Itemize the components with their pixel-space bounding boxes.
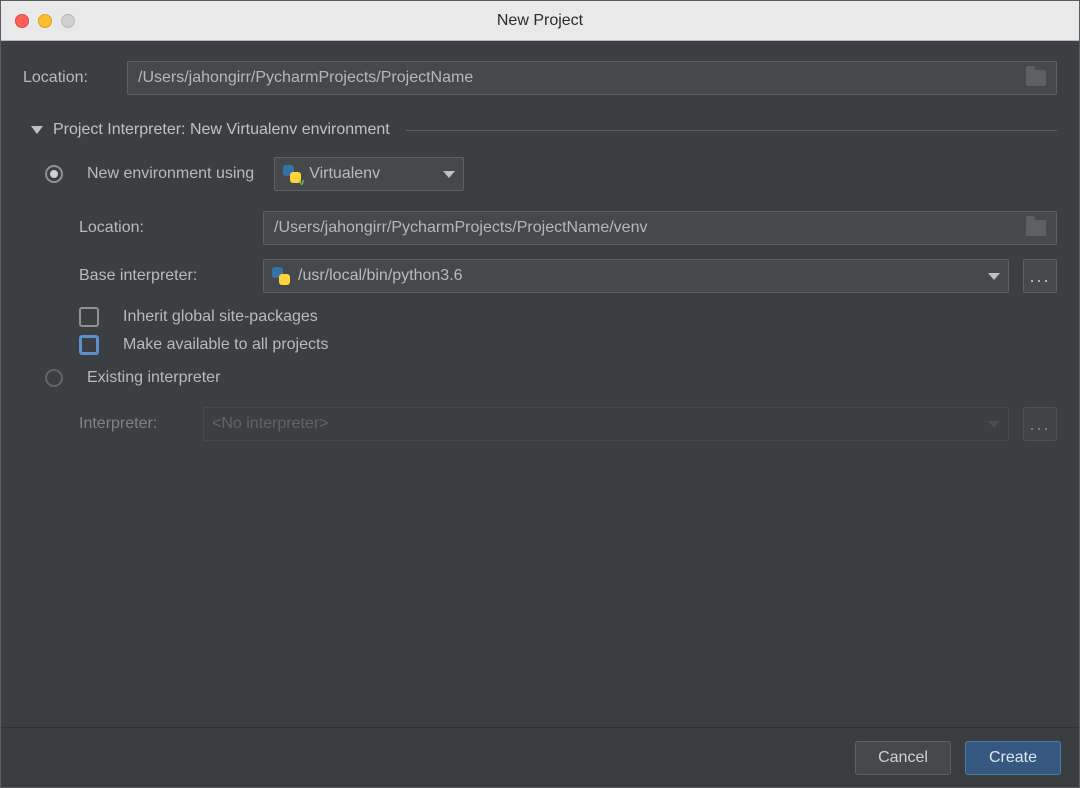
env-tool-value: Virtualenv [309, 165, 380, 183]
inherit-packages-row[interactable]: Inherit global site-packages [23, 307, 1057, 327]
base-interpreter-row: Base interpreter: /usr/local/bin/python3… [23, 259, 1057, 293]
new-environment-label: New environment using [87, 165, 254, 183]
base-interpreter-browse-button[interactable]: ... [1023, 259, 1057, 293]
all-projects-checkbox[interactable] [79, 335, 99, 355]
dialog-body: Location: Project Interpreter: New Virtu… [1, 41, 1079, 727]
base-interpreter-label: Base interpreter: [79, 267, 249, 285]
project-location-row: Location: [23, 61, 1057, 95]
new-env-details: Location: Base interpreter: /usr/local/b… [23, 211, 1057, 355]
new-environment-radio[interactable] [45, 165, 63, 183]
python-icon: v [283, 165, 301, 183]
project-location-label: Location: [23, 69, 113, 87]
existing-interpreter-row[interactable]: Existing interpreter [23, 369, 1057, 387]
folder-icon[interactable] [1026, 220, 1046, 236]
existing-interpreter-label: Existing interpreter [87, 369, 220, 387]
create-button[interactable]: Create [965, 741, 1061, 775]
all-projects-row[interactable]: Make available to all projects [23, 335, 1057, 355]
interpreter-label: Interpreter: [79, 415, 189, 433]
base-interpreter-value: /usr/local/bin/python3.6 [298, 267, 463, 285]
chevron-down-icon [31, 126, 43, 134]
venv-location-input[interactable] [274, 219, 1026, 237]
existing-interpreter-browse-button[interactable]: ... [1023, 407, 1057, 441]
new-project-window: New Project Location: Project Interprete… [0, 0, 1080, 788]
traffic-lights [15, 14, 75, 28]
project-location-field[interactable] [127, 61, 1057, 95]
section-divider [406, 130, 1057, 131]
minimize-window-button[interactable] [38, 14, 52, 28]
existing-interpreter-select: <No interpreter> [203, 407, 1009, 441]
close-window-button[interactable] [15, 14, 29, 28]
env-tool-select[interactable]: v Virtualenv [274, 157, 464, 191]
venv-location-label: Location: [79, 219, 249, 237]
new-environment-row[interactable]: New environment using v Virtualenv [23, 157, 1057, 191]
python-icon [272, 267, 290, 285]
titlebar: New Project [1, 1, 1079, 41]
inherit-packages-label: Inherit global site-packages [123, 308, 318, 326]
inherit-packages-checkbox[interactable] [79, 307, 99, 327]
project-location-input[interactable] [138, 69, 1026, 87]
venv-location-field[interactable] [263, 211, 1057, 245]
cancel-button[interactable]: Cancel [855, 741, 951, 775]
zoom-window-button[interactable] [61, 14, 75, 28]
window-title: New Project [1, 12, 1079, 30]
existing-interpreter-value: <No interpreter> [212, 415, 329, 433]
button-bar: Cancel Create [1, 727, 1079, 787]
venv-location-row: Location: [23, 211, 1057, 245]
existing-interpreter-radio[interactable] [45, 369, 63, 387]
project-interpreter-section[interactable]: Project Interpreter: New Virtualenv envi… [31, 121, 1057, 139]
base-interpreter-select[interactable]: /usr/local/bin/python3.6 [263, 259, 1009, 293]
folder-icon[interactable] [1026, 70, 1046, 86]
chevron-down-icon [988, 273, 1000, 280]
all-projects-label: Make available to all projects [123, 336, 328, 354]
chevron-down-icon [443, 171, 455, 178]
project-interpreter-section-title: Project Interpreter: New Virtualenv envi… [53, 121, 390, 139]
existing-interpreter-detail-row: Interpreter: <No interpreter> ... [23, 407, 1057, 441]
chevron-down-icon [988, 421, 1000, 428]
